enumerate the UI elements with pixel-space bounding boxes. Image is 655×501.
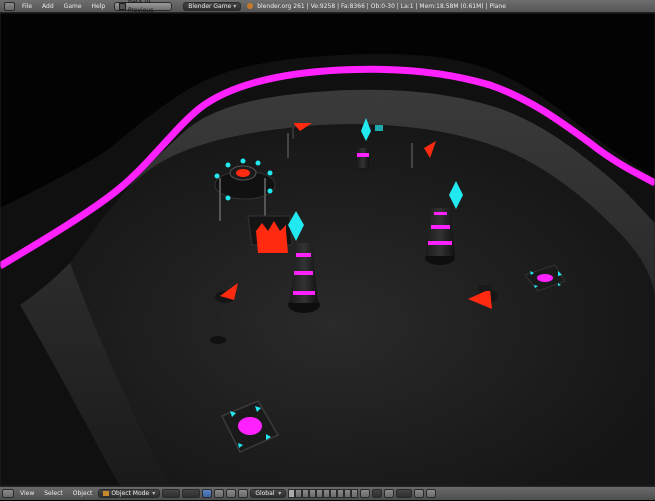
engine-select[interactable]: Blender Game ▾ [183, 1, 242, 11]
editor-type-icon[interactable] [4, 1, 15, 11]
3d-view-header: View Select Object Object Mode ▾ Global … [0, 486, 655, 500]
chevron-down-icon: ▾ [152, 490, 156, 497]
mode-select-label: Object Mode [111, 490, 150, 497]
rotate-icon[interactable] [226, 489, 237, 498]
layer-9-icon[interactable] [344, 489, 352, 498]
menu-file[interactable]: File [17, 0, 37, 13]
menu-view[interactable]: View [16, 487, 38, 501]
proportional-edit-icon[interactable] [372, 489, 383, 498]
blender-logo-icon [247, 3, 254, 9]
orientation-label: Global [255, 490, 275, 497]
3d-viewport[interactable] [0, 13, 655, 486]
menu-select[interactable]: Select [40, 487, 67, 501]
layer-5-icon[interactable] [316, 489, 324, 498]
info-header: File Add Game Help Back to Previous Blen… [0, 0, 655, 14]
layer-7-icon[interactable] [330, 489, 338, 498]
mode-select[interactable]: Object Mode ▾ [98, 489, 161, 498]
pivot-icon[interactable] [182, 489, 201, 498]
snap-element-icon[interactable] [396, 489, 413, 498]
chevron-down-icon: ▾ [278, 490, 282, 497]
menu-help[interactable]: Help [87, 0, 111, 13]
object-mode-icon [103, 491, 110, 496]
back-to-previous-button[interactable]: Back to Previous [114, 0, 173, 14]
menu-add[interactable]: Add [37, 0, 59, 13]
render-icon[interactable] [414, 489, 425, 498]
orientation-select[interactable]: Global ▾ [250, 489, 287, 498]
menu-game[interactable]: Game [59, 0, 87, 13]
layer-8-icon[interactable] [337, 489, 345, 498]
menu-object[interactable]: Object [69, 487, 97, 501]
back-icon [119, 2, 126, 10]
scale-icon[interactable] [238, 489, 249, 498]
layers-grid[interactable] [288, 489, 359, 498]
translate-icon[interactable] [214, 489, 225, 498]
viewport-scene [0, 13, 655, 486]
viewport-shading-icon[interactable] [162, 489, 181, 498]
editor-type-icon[interactable] [2, 489, 14, 498]
layer-4-icon[interactable] [309, 489, 317, 498]
layer-2-icon[interactable] [295, 489, 303, 498]
layer-3-icon[interactable] [302, 489, 310, 498]
layer-6-icon[interactable] [323, 489, 331, 498]
snap-icon[interactable] [384, 489, 395, 498]
render-animation-icon[interactable] [426, 489, 437, 498]
chevron-down-icon: ▾ [233, 2, 237, 10]
lock-icon[interactable] [360, 489, 371, 498]
engine-select-label: Blender Game [188, 2, 232, 10]
manipulator-toggle-icon[interactable] [202, 489, 213, 498]
layer-10-icon[interactable] [351, 489, 359, 498]
layer-1-icon[interactable] [288, 489, 296, 498]
scene-stats: blender.org 261 | Ve:9258 | Fa:8366 | Ob… [257, 2, 506, 10]
